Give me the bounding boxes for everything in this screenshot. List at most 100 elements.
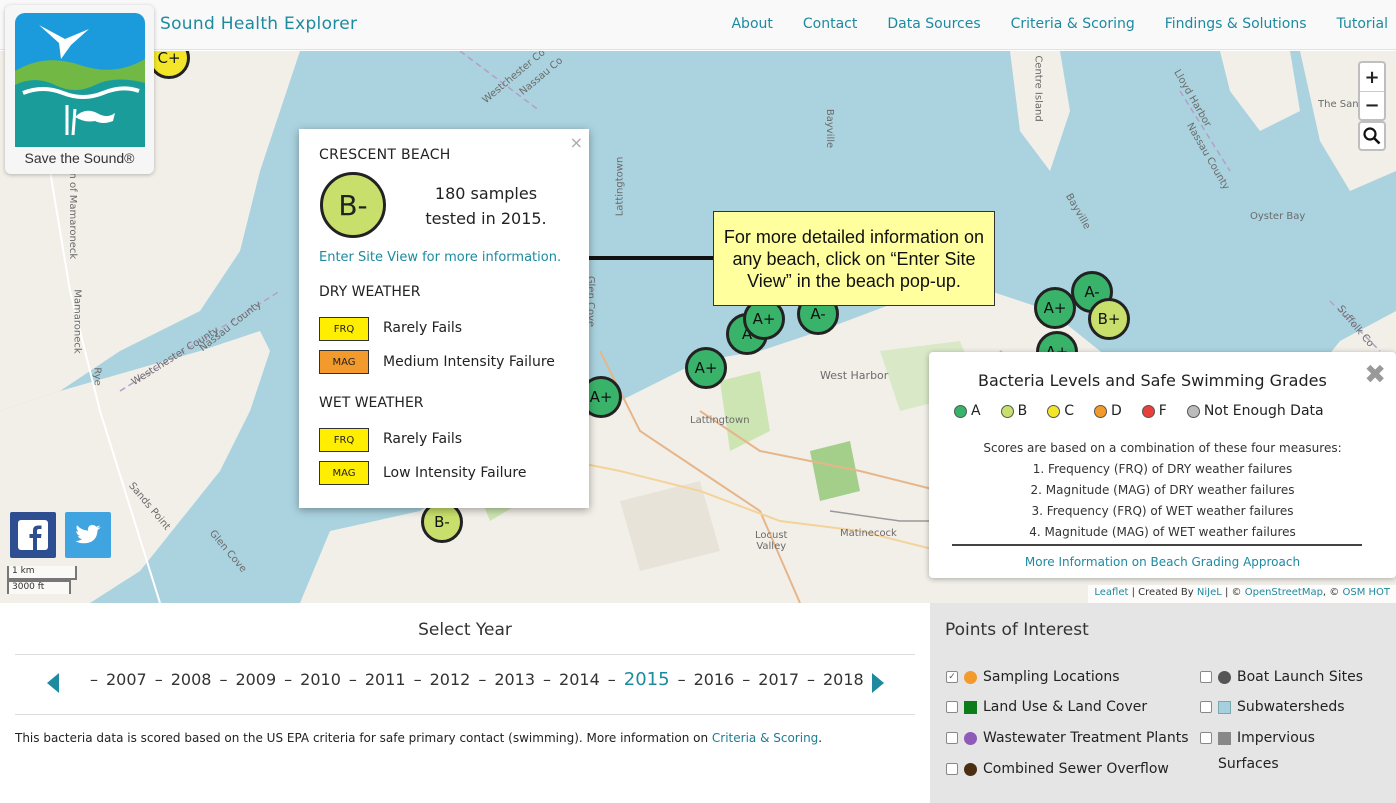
attribution-text: | © bbox=[1221, 587, 1245, 598]
poi-land-use[interactable]: Land Use & Land Cover bbox=[946, 699, 1147, 715]
app-title[interactable]: Sound Health Explorer bbox=[160, 14, 357, 34]
popup-samples: 180 samples tested in 2015. bbox=[411, 181, 561, 231]
square-icon bbox=[1218, 731, 1231, 745]
zoom-control: + − bbox=[1358, 61, 1386, 121]
poi-impervious-surfaces[interactable]: Impervious bbox=[1200, 730, 1315, 746]
checkbox[interactable] bbox=[1200, 671, 1212, 683]
checkbox[interactable] bbox=[946, 763, 958, 775]
checkbox-checked[interactable]: ✓ bbox=[946, 671, 958, 683]
legend-divider bbox=[952, 544, 1362, 546]
legend-grade-none: Not Enough Data bbox=[1186, 403, 1324, 419]
legend-measure: 2. Magnitude (MAG) of DRY weather failur… bbox=[1030, 483, 1295, 497]
checkbox[interactable] bbox=[1200, 701, 1212, 713]
poi-label: Subwatersheds bbox=[1237, 699, 1345, 715]
poi-impervious-surfaces-line2: Surfaces bbox=[1218, 756, 1279, 772]
map-label: Bayville bbox=[824, 108, 836, 149]
year-option[interactable]: 2007 bbox=[106, 670, 147, 689]
beach-marker[interactable]: A+ bbox=[685, 347, 727, 389]
legend-grade-d: D bbox=[1093, 403, 1122, 419]
map-search-button[interactable] bbox=[1358, 121, 1386, 151]
legend-grade-a: A bbox=[954, 403, 981, 419]
divider bbox=[15, 654, 915, 655]
year-option-selected[interactable]: 2015 bbox=[624, 669, 670, 690]
nav-findings-solutions[interactable]: Findings & Solutions bbox=[1165, 16, 1307, 32]
scale-km: 1 km bbox=[7, 566, 77, 580]
legend-grades-row: A B C D F Not Enough Data bbox=[954, 403, 1324, 419]
previous-year-arrow-icon[interactable] bbox=[47, 673, 59, 693]
beach-marker[interactable]: B+ bbox=[1088, 298, 1130, 340]
beach-popup: × CRESCENT BEACH B- 180 samples tested i… bbox=[299, 129, 589, 508]
beach-marker[interactable]: A+ bbox=[1034, 287, 1076, 329]
poi-combined-sewer-overflow[interactable]: Combined Sewer Overflow bbox=[946, 761, 1169, 777]
nav-about[interactable]: About bbox=[731, 16, 772, 32]
wet-weather-heading: WET WEATHER bbox=[319, 395, 424, 411]
wet-frq-text: Rarely Fails bbox=[383, 431, 463, 447]
checkbox[interactable] bbox=[1200, 732, 1212, 744]
zoom-out-button[interactable]: − bbox=[1360, 91, 1384, 119]
poi-label: Surfaces bbox=[1218, 756, 1279, 772]
facebook-share-button[interactable] bbox=[10, 512, 56, 558]
attribution-text: | Created By bbox=[1128, 587, 1197, 598]
map-label: Lattingtown bbox=[614, 156, 626, 217]
legend-close-icon[interactable]: ✖ bbox=[1364, 360, 1386, 390]
criteria-scoring-link[interactable]: Criteria & Scoring bbox=[712, 731, 818, 745]
nijel-link[interactable]: NiJeL bbox=[1197, 587, 1222, 598]
poi-subwatersheds[interactable]: Subwatersheds bbox=[1200, 699, 1345, 715]
legend-measure: 3. Frequency (FRQ) of WET weather failur… bbox=[1031, 504, 1294, 518]
map-label: Lattingtown bbox=[690, 415, 750, 426]
map-scale: 1 km 3000 ft bbox=[7, 566, 77, 594]
logo-emblem-icon bbox=[15, 13, 145, 147]
wet-mag-text: Low Intensity Failure bbox=[383, 465, 527, 481]
poi-label: Combined Sewer Overflow bbox=[983, 761, 1169, 777]
nav-tutorial[interactable]: Tutorial bbox=[1337, 16, 1388, 32]
year-option[interactable]: 2013 bbox=[494, 670, 535, 689]
divider bbox=[15, 714, 915, 715]
dry-mag-text: Medium Intensity Failure bbox=[383, 354, 555, 370]
circle-icon bbox=[964, 670, 977, 684]
map-label: Oyster Bay bbox=[1250, 211, 1306, 222]
grading-approach-link[interactable]: More Information on Beach Grading Approa… bbox=[929, 555, 1396, 569]
map-label: Matinecock bbox=[840, 528, 897, 539]
year-option[interactable]: 2014 bbox=[559, 670, 600, 689]
tutorial-callout: For more detailed information on any bea… bbox=[713, 211, 995, 306]
checkbox[interactable] bbox=[946, 701, 958, 713]
wet-frq-tag: FRQ bbox=[319, 428, 369, 452]
circle-icon bbox=[964, 762, 977, 776]
poi-boat-launch-sites[interactable]: Boat Launch Sites bbox=[1200, 669, 1363, 685]
map-attribution: Leaflet | Created By NiJeL | © OpenStree… bbox=[1088, 585, 1396, 603]
square-icon bbox=[964, 700, 977, 714]
save-the-sound-logo[interactable]: Save the Sound® bbox=[5, 5, 154, 174]
enter-site-view-link[interactable]: Enter Site View for more information. bbox=[319, 250, 561, 265]
twitter-icon bbox=[75, 525, 101, 544]
year-option[interactable]: 2009 bbox=[235, 670, 276, 689]
year-option[interactable]: 2018 bbox=[823, 670, 864, 689]
poi-sampling-locations[interactable]: ✓ Sampling Locations bbox=[946, 669, 1120, 685]
year-option[interactable]: 2017 bbox=[758, 670, 799, 689]
poi-wastewater-treatment-plants[interactable]: Wastewater Treatment Plants bbox=[946, 730, 1189, 746]
year-panel: Select Year –2007 –2008 –2009 –2010 –201… bbox=[0, 603, 930, 803]
legend-title: Bacteria Levels and Safe Swimming Grades bbox=[978, 371, 1327, 390]
year-option[interactable]: 2010 bbox=[300, 670, 341, 689]
grades-legend: Bacteria Levels and Safe Swimming Grades… bbox=[929, 352, 1396, 578]
year-option[interactable]: 2016 bbox=[694, 670, 735, 689]
circle-icon bbox=[964, 731, 977, 745]
checkbox[interactable] bbox=[946, 732, 958, 744]
zoom-in-button[interactable]: + bbox=[1360, 63, 1384, 91]
year-option[interactable]: 2008 bbox=[171, 670, 212, 689]
osm-hot-link[interactable]: OSM HOT bbox=[1342, 587, 1390, 598]
map-label: Rye bbox=[91, 367, 103, 386]
nav-contact[interactable]: Contact bbox=[803, 16, 857, 32]
year-option[interactable]: 2011 bbox=[365, 670, 406, 689]
next-year-arrow-icon[interactable] bbox=[872, 673, 884, 693]
poi-panel: Points of Interest ✓ Sampling Locations … bbox=[930, 603, 1396, 803]
nav-data-sources[interactable]: Data Sources bbox=[887, 16, 980, 32]
leaflet-link[interactable]: Leaflet bbox=[1094, 587, 1128, 598]
osm-link[interactable]: OpenStreetMap bbox=[1245, 587, 1323, 598]
dry-weather-heading: DRY WEATHER bbox=[319, 284, 421, 300]
year-option[interactable]: 2012 bbox=[430, 670, 471, 689]
twitter-share-button[interactable] bbox=[65, 512, 111, 558]
nav-criteria-scoring[interactable]: Criteria & Scoring bbox=[1011, 16, 1135, 32]
popup-close-button[interactable]: × bbox=[570, 133, 583, 152]
legend-measure: 4. Magnitude (MAG) of WET weather failur… bbox=[1029, 525, 1296, 539]
top-header: Sound Health Explorer About Contact Data… bbox=[0, 0, 1396, 50]
